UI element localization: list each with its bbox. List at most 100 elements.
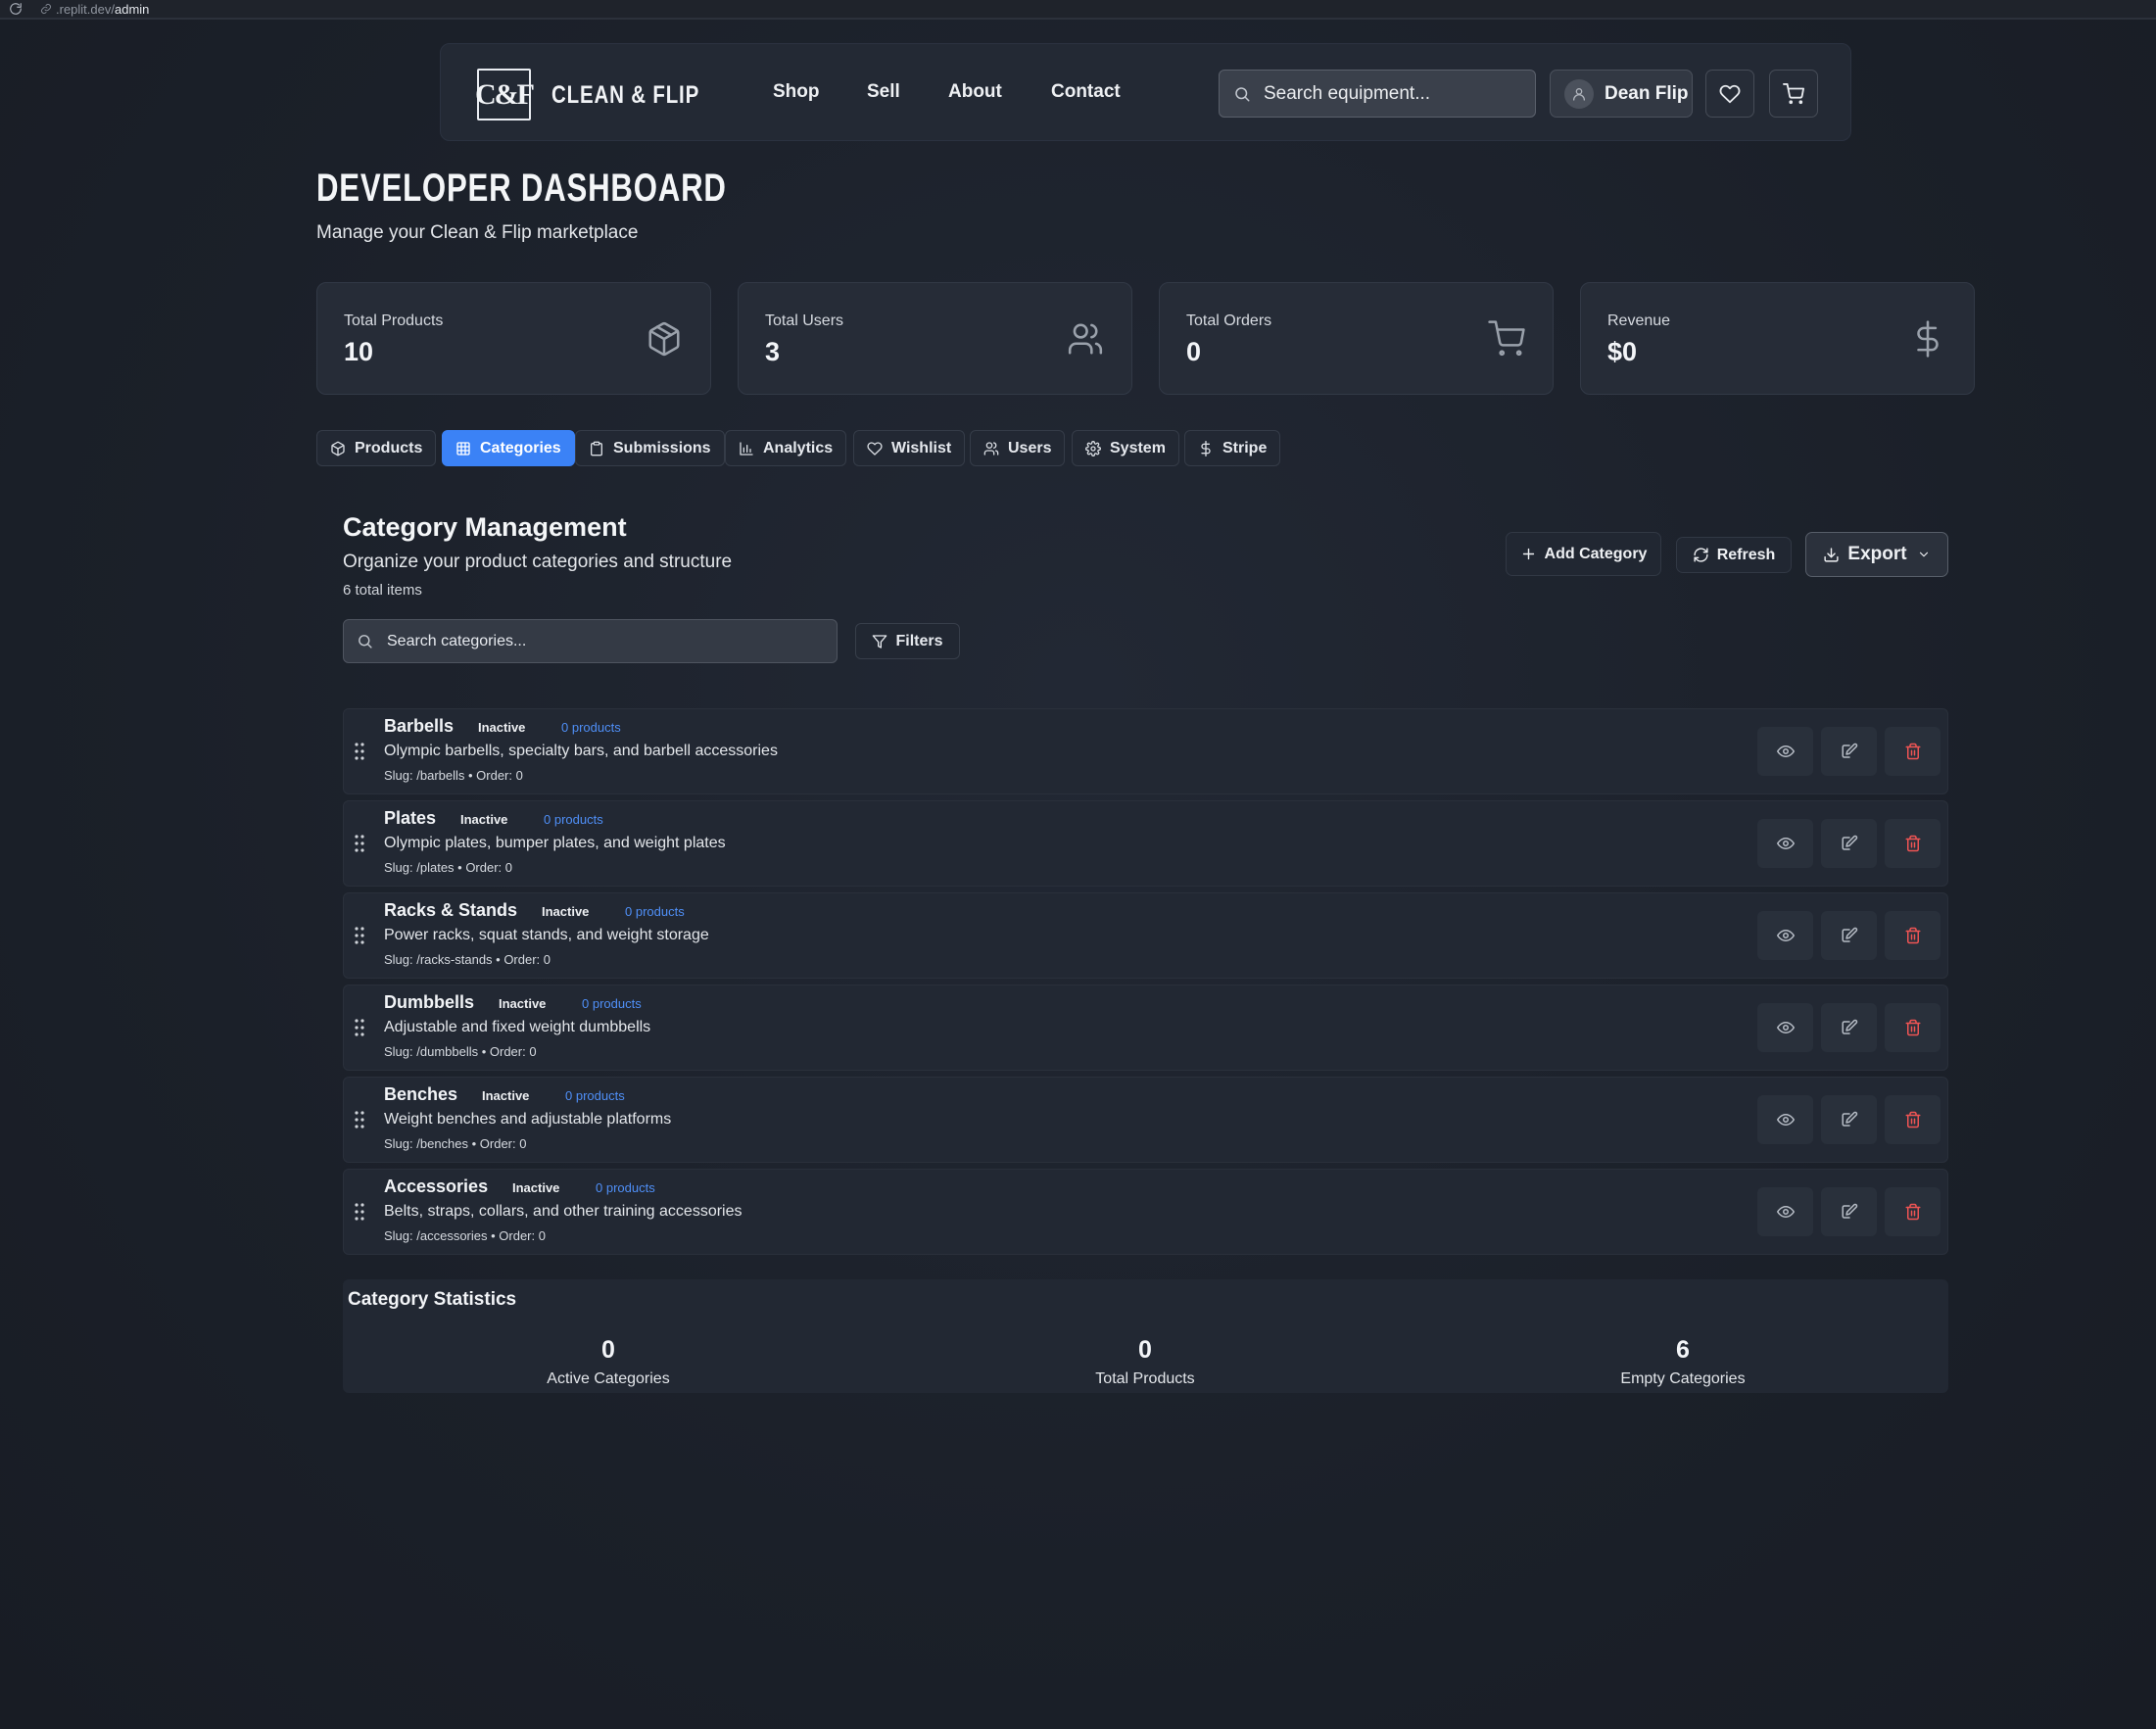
drag-handle-icon[interactable] (355, 927, 364, 944)
stat-label: Revenue (1607, 312, 1671, 329)
tab-products[interactable]: Products (316, 430, 437, 466)
box-icon (646, 320, 683, 358)
search-icon (357, 633, 373, 649)
export-dropdown[interactable]: Export (1805, 532, 1948, 577)
site-header: C&F CLEAN & FLIP Shop Sell About Contact… (440, 43, 1851, 141)
delete-button[interactable] (1885, 911, 1940, 960)
eye-icon (1776, 835, 1795, 852)
drag-handle-icon[interactable] (355, 1203, 364, 1221)
url-text[interactable]: .replit.dev/admin (56, 2, 149, 17)
category-row[interactable]: Dumbbells Inactive 0 products Adjustable an… (343, 985, 1948, 1071)
view-button[interactable] (1757, 819, 1813, 868)
trash-icon (1904, 927, 1922, 944)
view-button[interactable] (1757, 1187, 1813, 1236)
status-badge: Inactive (542, 904, 590, 919)
tab-categories[interactable]: Categories (442, 430, 575, 466)
nav-shop[interactable]: Shop (773, 81, 820, 103)
logo[interactable]: C&F (475, 69, 535, 120)
drag-handle-icon[interactable] (355, 1019, 364, 1036)
category-row[interactable]: Plates Inactive 0 products Olympic plates, … (343, 800, 1948, 887)
box-icon (330, 441, 346, 456)
delete-button[interactable] (1885, 1003, 1940, 1052)
search-icon (1233, 85, 1251, 103)
stat-value: 10 (344, 337, 374, 366)
drag-handle-icon[interactable] (355, 1111, 364, 1129)
filters-button[interactable]: Filters (855, 623, 960, 659)
section-subtitle: Organize your product categories and str… (343, 552, 733, 572)
link-icon (40, 3, 52, 15)
category-row[interactable]: Benches Inactive 0 products Weight benches … (343, 1077, 1948, 1163)
view-button[interactable] (1757, 911, 1813, 960)
trash-icon (1904, 743, 1922, 760)
edit-button[interactable] (1821, 819, 1877, 868)
delete-button[interactable] (1885, 727, 1940, 776)
stat-label: Total Products (344, 312, 444, 329)
product-count-badge: 0 products (596, 1180, 655, 1195)
stat-card-orders: Total Orders 0 (1159, 282, 1554, 395)
tab-submissions[interactable]: Submissions (575, 430, 725, 466)
brand-name[interactable]: CLEAN & FLIP (551, 81, 699, 110)
view-button[interactable] (1757, 727, 1813, 776)
stat-total-products: 0 Total Products (1095, 1336, 1195, 1387)
status-badge: Inactive (460, 812, 508, 827)
tab-stripe[interactable]: Stripe (1184, 430, 1281, 466)
section-title: Category Management (343, 512, 627, 542)
edit-button[interactable] (1821, 1095, 1877, 1144)
total-items-count: 6 total items (343, 582, 422, 599)
product-count-badge: 0 products (544, 812, 603, 827)
nav-about[interactable]: About (948, 81, 1002, 103)
plus-icon (1520, 546, 1537, 562)
category-meta: Slug: /dumbbells • Order: 0 (384, 1044, 537, 1059)
stat-label: Total Orders (1186, 312, 1272, 329)
edit-button[interactable] (1821, 727, 1877, 776)
drag-handle-icon[interactable] (355, 835, 364, 852)
equipment-search-input[interactable]: Search equipment... (1219, 70, 1536, 118)
reload-icon[interactable] (9, 2, 23, 16)
delete-button[interactable] (1885, 1095, 1940, 1144)
delete-button[interactable] (1885, 1187, 1940, 1236)
avatar (1564, 78, 1594, 109)
edit-icon (1841, 1203, 1858, 1221)
eye-icon (1776, 1203, 1795, 1221)
add-category-button[interactable]: Add Category (1506, 532, 1661, 576)
stat-active-categories: 0 Active Categories (547, 1336, 670, 1387)
refresh-button[interactable]: Refresh (1676, 537, 1792, 573)
clipboard-icon (589, 441, 604, 456)
cart-button[interactable] (1769, 70, 1818, 118)
stat-value: $0 (1607, 337, 1638, 366)
tab-system[interactable]: System (1072, 430, 1179, 466)
wishlist-button[interactable] (1705, 70, 1754, 118)
user-menu-button[interactable]: Dean Flip (1550, 70, 1693, 118)
category-name: Benches (384, 1084, 458, 1104)
nav-contact[interactable]: Contact (1051, 81, 1121, 103)
tab-wishlist[interactable]: Wishlist (853, 430, 966, 466)
eye-icon (1776, 927, 1795, 944)
category-row[interactable]: Accessories Inactive 0 products Belts, stra… (343, 1169, 1948, 1255)
category-description: Belts, straps, collars, and other traini… (384, 1203, 743, 1220)
category-description: Power racks, squat stands, and weight st… (384, 927, 709, 943)
edit-button[interactable] (1821, 911, 1877, 960)
category-name: Accessories (384, 1177, 489, 1196)
tab-users[interactable]: Users (970, 430, 1066, 466)
category-row[interactable]: Barbells Inactive 0 products Olympic barbel… (343, 708, 1948, 794)
category-name: Barbells (384, 716, 455, 736)
delete-button[interactable] (1885, 819, 1940, 868)
drag-handle-icon[interactable] (355, 743, 364, 760)
status-badge: Inactive (512, 1180, 560, 1195)
stat-value: 0 (1186, 337, 1202, 366)
edit-icon (1841, 1019, 1858, 1036)
category-search-input[interactable]: Search categories... (343, 619, 838, 663)
category-description: Olympic plates, bumper plates, and weigh… (384, 835, 726, 851)
edit-button[interactable] (1821, 1187, 1877, 1236)
view-button[interactable] (1757, 1003, 1813, 1052)
edit-icon (1841, 835, 1858, 852)
view-button[interactable] (1757, 1095, 1813, 1144)
nav-sell[interactable]: Sell (867, 81, 900, 103)
tab-analytics[interactable]: Analytics (725, 430, 847, 466)
category-row[interactable]: Racks & Stands Inactive 0 products Power ra… (343, 892, 1948, 979)
stat-card-users: Total Users 3 (738, 282, 1132, 395)
chevron-down-icon (1917, 548, 1931, 561)
category-name: Racks & Stands (384, 900, 518, 920)
edit-button[interactable] (1821, 1003, 1877, 1052)
category-statistics: Category Statistics 0 Active Categories … (343, 1279, 1948, 1393)
